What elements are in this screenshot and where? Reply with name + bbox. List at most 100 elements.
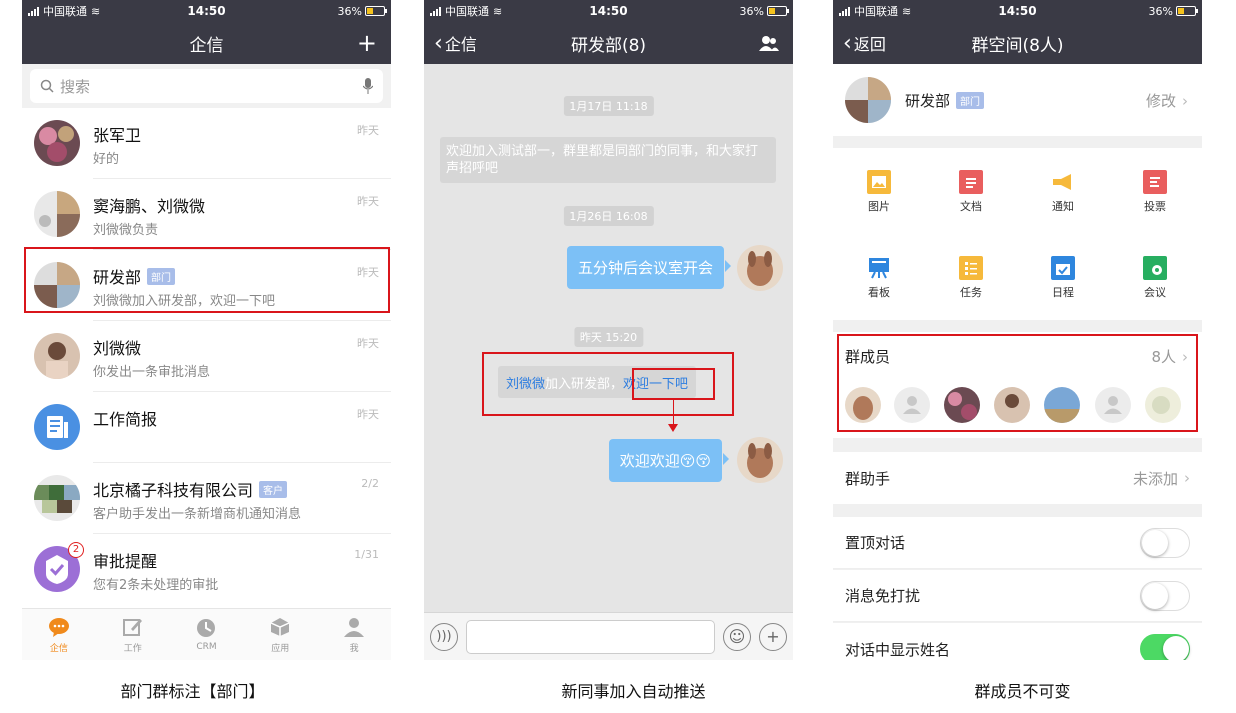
setting-row-show-names: 对话中显示姓名 (833, 623, 1202, 660)
grid-label: 日程 (1052, 286, 1074, 299)
search-input[interactable]: 搜索 (30, 69, 383, 103)
setting-label: 对话中显示姓名 (845, 640, 951, 659)
assistant-value: 未添加 (1132, 469, 1178, 488)
caption: 部门群标注【部门】 (120, 682, 265, 701)
chat-list-screen: 中国联通 ≋ 14:50 36% 企信 + 搜索 张军卫 好的 昨天 窦海鹏、刘微… (22, 0, 391, 660)
caption: 群成员不可变 (974, 682, 1071, 701)
more-button[interactable]: + (759, 622, 787, 651)
grid-documents[interactable]: 文档 (925, 170, 1017, 214)
chat-time: 昨天 (357, 337, 379, 350)
back-label: 企信 (444, 35, 477, 54)
assistant-label: 群助手 (845, 469, 891, 488)
megaphone-icon (1051, 170, 1075, 194)
chat-preview: 刘微微负责 (93, 223, 159, 238)
chat-item-beijing-juzi[interactable]: 北京橘子科技有限公司 客户 客户助手发出一条新增商机通知消息 2/2 (22, 463, 391, 534)
avatar[interactable] (737, 245, 783, 291)
grid-notices[interactable]: 通知 (1017, 170, 1109, 214)
avatar (34, 475, 80, 521)
back-label: 返回 (853, 35, 886, 54)
setting-row-pin: 置顶对话 (833, 517, 1202, 569)
battery-icon (1176, 6, 1198, 16)
message-bubble[interactable]: 五分钟后会议室开会 (566, 246, 732, 289)
nav-bar: ‹ 返回 群空间(8人) (833, 22, 1202, 64)
wifi-icon: ≋ (493, 4, 503, 18)
chat-item-approval-reminder[interactable]: 2 审批提醒 您有2条未处理的审批 1/31 (22, 534, 391, 605)
group-chat-screen: 中国联通 ≋ 14:50 36% ‹ 企信 研发部(8) 1月17日 11:18 欢… (424, 0, 793, 660)
chat-time: 1/31 (354, 548, 379, 561)
smiley-icon: ☺ (728, 627, 746, 646)
voice-icon: ))) (436, 629, 452, 644)
page-title: 研发部(8) (570, 35, 647, 56)
back-button[interactable]: ‹ 返回 (843, 22, 886, 64)
mute-toggle[interactable] (1140, 580, 1190, 611)
meeting-icon (1143, 256, 1167, 280)
grid-meeting[interactable]: 会议 (1109, 256, 1201, 300)
chat-item-zhangjunwei[interactable]: 张军卫 好的 昨天 (22, 108, 391, 179)
grid-label: 任务 (960, 286, 982, 299)
microphone-icon[interactable] (363, 78, 373, 94)
tab-label: 企信 (49, 643, 68, 654)
chat-preview: 你发出一条审批消息 (93, 365, 211, 380)
tab-label: CRM (196, 642, 217, 652)
group-members-button[interactable] (759, 22, 779, 64)
grid-label: 会议 (1144, 286, 1166, 299)
wifi-icon: ≋ (91, 4, 101, 18)
emoji-button[interactable]: ☺ (723, 622, 751, 651)
grid-label: 投票 (1144, 200, 1166, 213)
tab-label: 工作 (123, 643, 142, 654)
battery-icon (365, 6, 387, 16)
signal-icon (28, 6, 39, 16)
grid-votes[interactable]: 投票 (1109, 170, 1201, 214)
group-assistant-row[interactable]: 群助手 未添加 › (833, 452, 1202, 504)
voice-button[interactable]: ))) (430, 622, 458, 651)
task-icon (959, 256, 983, 280)
tab-label: 应用 (271, 643, 290, 654)
tab-apps[interactable]: 应用 (243, 609, 317, 660)
tab-crm[interactable]: CRM (170, 609, 244, 660)
grid-label: 图片 (868, 200, 890, 213)
work-brief-icon (34, 404, 80, 450)
chat-item-work-brief[interactable]: 工作简报 昨天 (22, 392, 391, 463)
cube-icon (269, 616, 291, 638)
group-info-row[interactable]: 研发部 部门 修改 › (833, 64, 1202, 136)
edit-label[interactable]: 修改 (1146, 92, 1176, 110)
grid-label: 文档 (960, 200, 982, 213)
chat-name: 张军卫 (93, 126, 142, 145)
tab-work[interactable]: 工作 (96, 609, 170, 660)
add-button[interactable]: + (357, 22, 377, 64)
message-bubble[interactable]: 欢迎欢迎😚😚 (608, 439, 730, 482)
chat-item-liuweiwei[interactable]: 刘微微 你发出一条审批消息 昨天 (22, 321, 391, 392)
pin-chat-toggle[interactable] (1140, 527, 1190, 558)
back-button[interactable]: ‹ 企信 (434, 22, 477, 64)
search-placeholder: 搜索 (60, 77, 91, 96)
chat-name: 窦海鹏、刘微微 (93, 197, 206, 216)
grid-label: 看板 (868, 286, 890, 299)
tab-me[interactable]: 我 (317, 609, 391, 660)
grid-images[interactable]: 图片 (833, 170, 925, 214)
chat-name: 工作简报 (93, 410, 158, 429)
avatar[interactable] (737, 437, 783, 483)
edit-icon (122, 616, 144, 638)
nav-bar: ‹ 企信 研发部(8) (424, 22, 793, 64)
grid-schedule[interactable]: 日程 (1017, 256, 1109, 300)
signal-icon (839, 6, 850, 16)
chat-item-group-dou-liu[interactable]: 窦海鹏、刘微微 刘微微负责 昨天 (22, 179, 391, 250)
document-icon (959, 170, 983, 194)
grid-tasks[interactable]: 任务 (925, 256, 1017, 300)
battery-percent: 36% (337, 4, 362, 18)
message-input[interactable] (466, 619, 715, 654)
chat-time: 2/2 (361, 477, 379, 490)
setting-label: 置顶对话 (845, 534, 906, 552)
department-tag: 部门 (956, 92, 985, 109)
show-names-toggle[interactable] (1140, 634, 1190, 660)
tab-qixin[interactable]: 企信 (22, 609, 96, 660)
group-space-screen: 中国联通 ≋ 14:50 36% ‹ 返回 群空间(8人) 研发部 部门 修改 › 图片… (833, 0, 1202, 660)
grid-board[interactable]: 看板 (833, 256, 925, 300)
setting-label: 消息免打扰 (845, 587, 921, 605)
timestamp: 1月26日 16:08 (563, 206, 654, 226)
chat-bubble-icon (48, 616, 70, 638)
highlight-box (24, 247, 390, 313)
highlight-box (632, 368, 715, 400)
grid-label: 通知 (1052, 200, 1074, 213)
carrier-label: 中国联通 (854, 5, 898, 18)
